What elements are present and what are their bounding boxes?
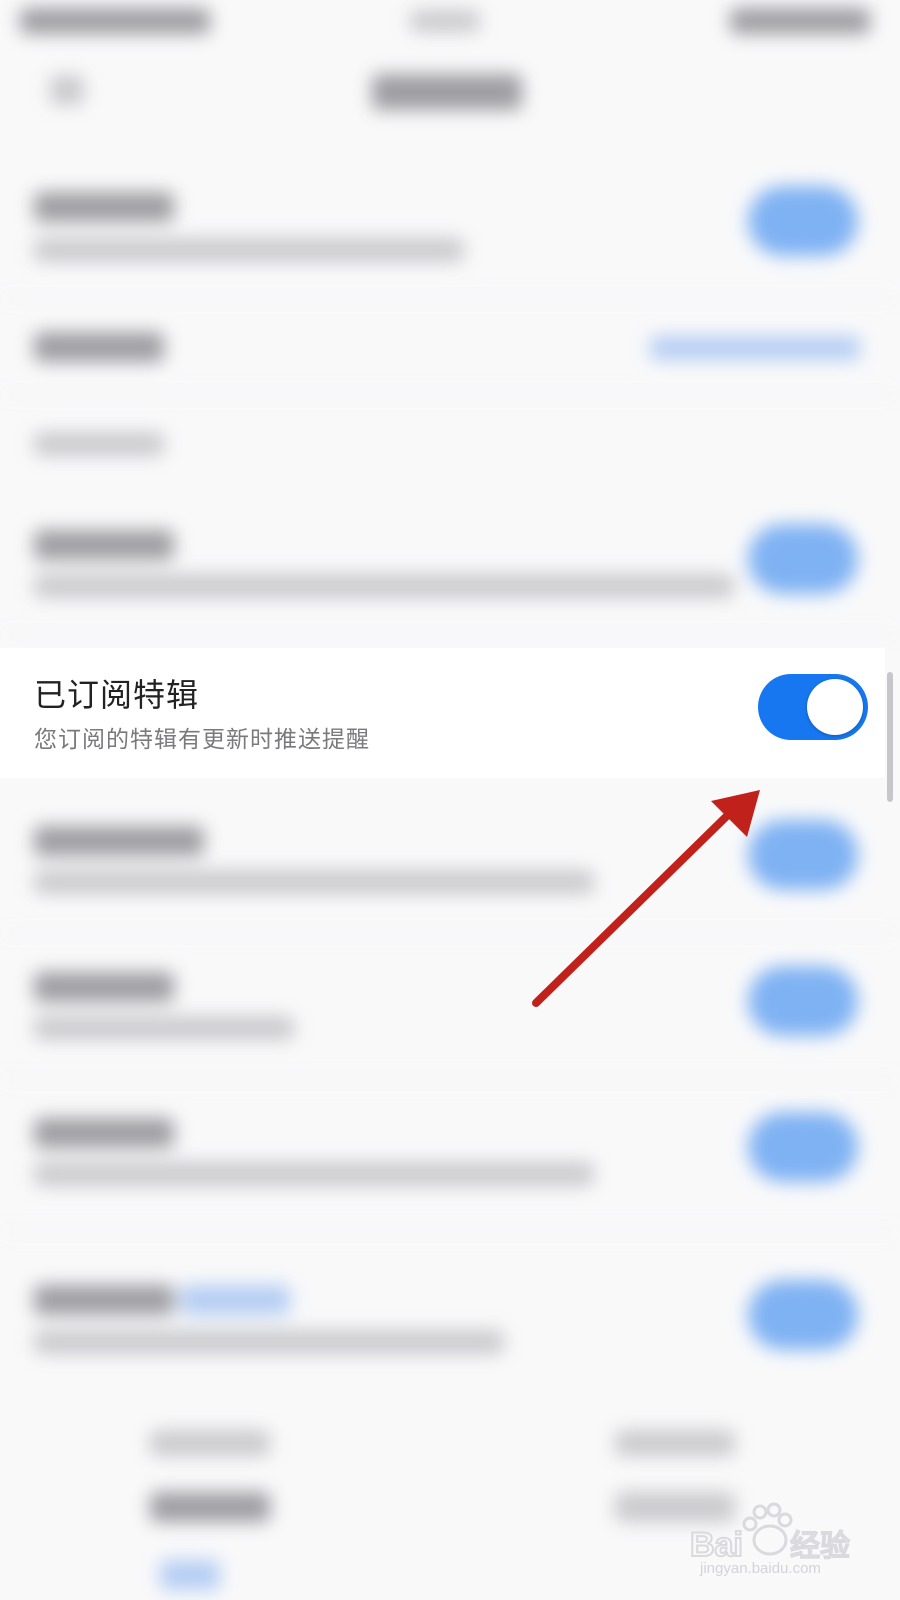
settings-screen: 已订阅特辑 您订阅的特辑有更新时推送提醒 Bai 经验 jingyan.baid… (0, 0, 900, 1600)
blurred-background (0, 0, 900, 1600)
scrollbar-thumb[interactable] (887, 672, 893, 802)
setting-description: 您订阅的特辑有更新时推送提醒 (34, 727, 370, 753)
subscribed-specials-setting-row: 已订阅特辑 您订阅的特辑有更新时推送提醒 (0, 648, 885, 778)
watermark-url: jingyan.baidu.com (700, 1560, 821, 1577)
setting-title: 已订阅特辑 (34, 676, 200, 714)
subscribed-specials-toggle[interactable] (758, 674, 868, 740)
toggle-knob (807, 679, 863, 735)
